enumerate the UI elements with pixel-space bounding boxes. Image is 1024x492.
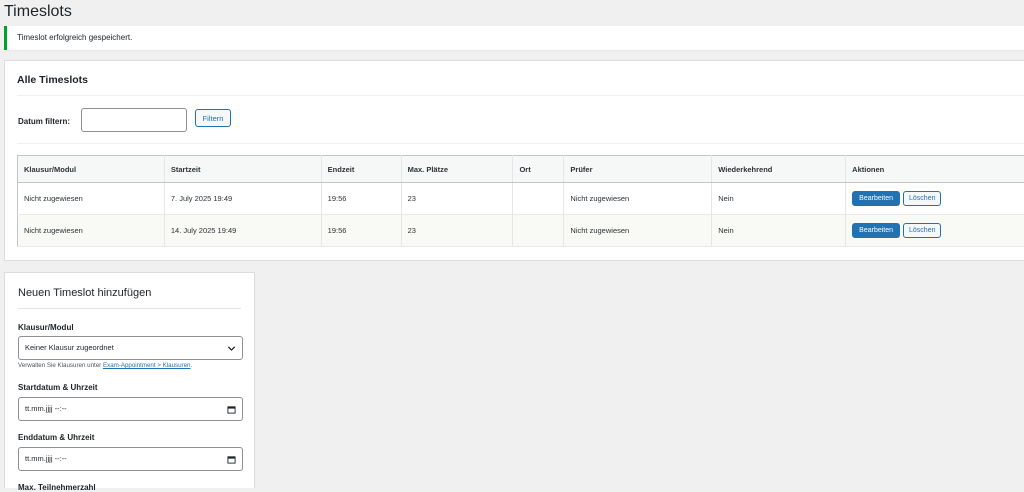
start-label: Startdatum & Uhrzeit <box>18 383 98 392</box>
timeslot-table: Klausur/Modul Startzeit Endzeit Max. Plä… <box>17 155 1024 247</box>
modul-label: Klausur/Modul <box>18 323 74 332</box>
cell-ort <box>513 215 564 247</box>
delete-button[interactable]: Löschen <box>903 223 941 238</box>
column-header-ort[interactable]: Ort <box>513 156 564 183</box>
column-header-endzeit[interactable]: Endzeit <box>321 156 401 183</box>
add-timeslot-card: Neuen Timeslot hinzufügen Klausur/Modul … <box>4 272 255 488</box>
modul-select[interactable]: Keiner Klausur zugeordnet <box>18 336 243 360</box>
edit-button[interactable]: Bearbeiten <box>852 191 900 206</box>
table-row: Nicht zugewiesen 14. July 2025 19:49 19:… <box>18 215 1024 247</box>
hint-suffix: . <box>191 362 193 369</box>
page-title: Timeslots <box>4 2 72 22</box>
column-header-max-plaetze[interactable]: Max. Plätze <box>401 156 513 183</box>
cell-startzeit: 7. July 2025 19:49 <box>164 183 321 215</box>
table-row: Nicht zugewiesen 7. July 2025 19:49 19:5… <box>18 183 1024 215</box>
cell-startzeit: 14. July 2025 19:49 <box>164 215 321 247</box>
cell-max-plaetze: 23 <box>401 215 513 247</box>
cell-max-plaetze: 23 <box>401 183 513 215</box>
cell-pruefer: Nicht zugewiesen <box>564 183 712 215</box>
column-header-aktionen: Aktionen <box>846 156 1024 183</box>
cell-modul: Nicht zugewiesen <box>18 215 165 247</box>
cell-pruefer: Nicht zugewiesen <box>564 215 712 247</box>
cell-endzeit: 19:56 <box>321 183 401 215</box>
column-header-modul[interactable]: Klausur/Modul <box>18 156 165 183</box>
date-filter-input[interactable] <box>81 108 187 132</box>
end-label: Enddatum & Uhrzeit <box>18 433 94 442</box>
list-title: Alle Timeslots <box>17 74 88 86</box>
table-header-row: Klausur/Modul Startzeit Endzeit Max. Plä… <box>18 156 1024 183</box>
date-filter-label: Datum filtern: <box>18 117 70 126</box>
form-title: Neuen Timeslot hinzufügen <box>18 287 151 299</box>
cell-ort <box>513 183 564 215</box>
timeslot-list-card: Alle Timeslots Datum filtern: Filtern Kl… <box>4 60 1024 261</box>
calendar-icon[interactable] <box>227 455 236 464</box>
delete-button[interactable]: Löschen <box>903 191 941 206</box>
cell-wiederkehrend: Nein <box>712 183 846 215</box>
end-placeholder: tt.mm.jjjj --:-- <box>25 454 67 463</box>
column-header-wiederkehrend[interactable]: Wiederkehrend <box>712 156 846 183</box>
klausuren-link[interactable]: Exam-Appointment > Klausuren <box>103 362 191 369</box>
column-header-startzeit[interactable]: Startzeit <box>164 156 321 183</box>
hint-text: Verwalten Sie Klausuren unter <box>18 362 103 369</box>
start-datetime-input[interactable]: tt.mm.jjjj --:-- <box>18 397 243 421</box>
cell-endzeit: 19:56 <box>321 215 401 247</box>
divider <box>17 95 1024 96</box>
calendar-icon[interactable] <box>227 405 236 414</box>
cell-modul: Nicht zugewiesen <box>18 183 165 215</box>
divider <box>18 308 241 309</box>
filter-button[interactable]: Filtern <box>195 109 231 127</box>
cell-aktionen: BearbeitenLöschen <box>846 215 1024 247</box>
edit-button[interactable]: Bearbeiten <box>852 223 900 238</box>
chevron-down-icon <box>227 344 236 353</box>
notice-text: Timeslot erfolgreich gespeichert. <box>17 33 132 42</box>
success-notice: Timeslot erfolgreich gespeichert. <box>4 26 1024 50</box>
divider <box>17 143 1024 144</box>
cell-aktionen: BearbeitenLöschen <box>846 183 1024 215</box>
end-datetime-input[interactable]: tt.mm.jjjj --:-- <box>18 447 243 471</box>
cell-wiederkehrend: Nein <box>712 215 846 247</box>
modul-hint: Verwalten Sie Klausuren unter Exam-Appoi… <box>18 362 192 369</box>
start-placeholder: tt.mm.jjjj --:-- <box>25 404 67 413</box>
column-header-pruefer[interactable]: Prüfer <box>564 156 712 183</box>
modul-select-value: Keiner Klausur zugeordnet <box>25 343 114 352</box>
